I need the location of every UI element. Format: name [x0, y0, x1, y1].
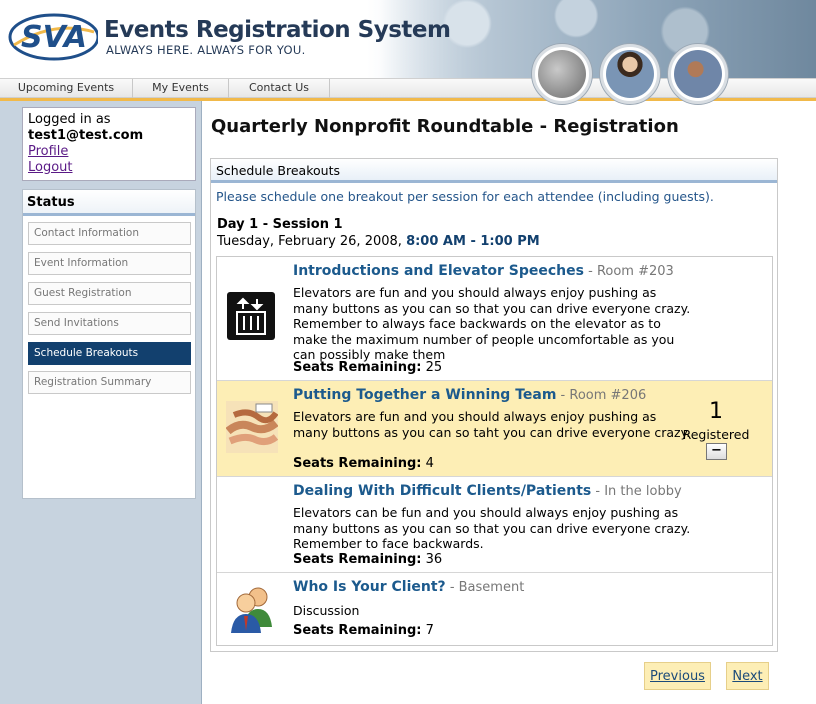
- status-step-contact-information[interactable]: Contact Information: [28, 222, 191, 245]
- remove-registration-button[interactable]: −: [706, 443, 727, 460]
- status-heading: Status: [23, 190, 195, 216]
- breakout-list: Introductions and Elevator Speeches - Ro…: [216, 256, 773, 646]
- seats-label: Seats Remaining:: [293, 456, 422, 471]
- seats-value: 25: [425, 360, 443, 375]
- breakout-title[interactable]: Who Is Your Client? - Basement: [293, 579, 524, 595]
- breakout-location: - Basement: [445, 580, 525, 595]
- sidebar: Logged in as test1@test.com Profile Logo…: [0, 101, 202, 704]
- breakout-description: Discussion: [293, 603, 360, 618]
- users-icon: [231, 587, 272, 633]
- seats-label: Seats Remaining:: [293, 623, 422, 638]
- page-title: Quarterly Nonprofit Roundtable - Registr…: [211, 116, 679, 137]
- status-step-registration-summary[interactable]: Registration Summary: [28, 371, 191, 394]
- logo-text: SVA: [21, 20, 87, 55]
- session-time-start: 8:00 AM: [406, 234, 466, 249]
- user-email: test1@test.com: [28, 128, 144, 143]
- header-photo-3: [668, 44, 728, 104]
- seats-value: 4: [425, 456, 434, 471]
- status-step-send-invitations[interactable]: Send Invitations: [28, 312, 191, 335]
- breakout-location: - Room #203: [583, 264, 674, 279]
- session-date: Tuesday, February 26, 2008,: [217, 234, 402, 249]
- instructions-text: Please schedule one breakout per session…: [216, 189, 714, 204]
- breakout-location: - Room #206: [556, 388, 647, 403]
- next-button[interactable]: Next: [726, 662, 769, 690]
- teamwork-hands-icon: [226, 401, 278, 453]
- login-info-box: Logged in as test1@test.com Profile Logo…: [22, 107, 196, 181]
- breakout-title-text[interactable]: Dealing With Difficult Clients/Patients: [293, 483, 591, 499]
- sva-logo: SVA: [8, 13, 98, 61]
- session-time-separator: -: [465, 234, 481, 249]
- nav-contact-us[interactable]: Contact Us: [229, 79, 330, 98]
- seats-label: Seats Remaining:: [293, 360, 422, 375]
- nav-upcoming-events[interactable]: Upcoming Events: [0, 79, 133, 98]
- breakout-seats: Seats Remaining: 7: [293, 623, 434, 638]
- app-tagline: ALWAYS HERE. ALWAYS FOR YOU.: [106, 43, 306, 57]
- session-title: Day 1 - Session 1: [217, 217, 343, 232]
- breakout-title[interactable]: Dealing With Difficult Clients/Patients …: [293, 483, 682, 499]
- status-step-event-information[interactable]: Event Information: [28, 252, 191, 275]
- header-photo-2: [600, 44, 660, 104]
- logout-link[interactable]: Logout: [28, 160, 190, 176]
- breakout-description: Elevators can be fun and you should alwa…: [293, 505, 691, 551]
- breakout-seats: Seats Remaining: 25: [293, 360, 442, 375]
- panel-heading: Schedule Breakouts: [211, 159, 777, 183]
- breakout-row[interactable]: Who Is Your Client? - Basement Discussio…: [217, 573, 772, 645]
- status-step-guest-registration[interactable]: Guest Registration: [28, 282, 191, 305]
- header-photo-1: [532, 44, 592, 104]
- breakout-seats: Seats Remaining: 4: [293, 456, 434, 471]
- session-time-end: 1:00 PM: [480, 234, 540, 249]
- breakout-row[interactable]: Dealing With Difficult Clients/Patients …: [217, 477, 772, 573]
- breakout-description: Elevators are fun and you should always …: [293, 409, 691, 440]
- breakout-row[interactable]: Introductions and Elevator Speeches - Ro…: [217, 257, 772, 381]
- schedule-breakouts-panel: Schedule Breakouts Please schedule one b…: [210, 158, 778, 652]
- breakout-row-selected[interactable]: Putting Together a Winning Team - Room #…: [217, 381, 772, 477]
- app-title: Events Registration System: [104, 17, 451, 43]
- status-panel: Status Contact Information Event Informa…: [22, 189, 196, 499]
- seats-value: 36: [425, 552, 443, 567]
- registered-count: 1: [709, 399, 723, 424]
- breakout-description: Elevators are fun and you should always …: [293, 285, 691, 362]
- breakout-title[interactable]: Introductions and Elevator Speeches - Ro…: [293, 263, 674, 279]
- logged-in-label: Logged in as: [28, 112, 111, 127]
- seats-value: 7: [425, 623, 434, 638]
- breakout-title-text[interactable]: Putting Together a Winning Team: [293, 387, 556, 403]
- breakout-title-text[interactable]: Who Is Your Client?: [293, 579, 446, 595]
- breakout-seats: Seats Remaining: 36: [293, 552, 442, 567]
- breakout-title-text[interactable]: Introductions and Elevator Speeches: [293, 263, 584, 279]
- session-datetime: Tuesday, February 26, 2008, 8:00 AM - 1:…: [217, 234, 540, 249]
- seats-label: Seats Remaining:: [293, 552, 422, 567]
- status-step-schedule-breakouts[interactable]: Schedule Breakouts: [28, 342, 191, 365]
- elevator-icon: [227, 292, 275, 340]
- previous-button[interactable]: Previous: [644, 662, 711, 690]
- breakout-title[interactable]: Putting Together a Winning Team - Room #…: [293, 387, 646, 403]
- breakout-location: - In the lobby: [591, 484, 682, 499]
- registered-label: Registered: [682, 427, 750, 442]
- nav-my-events[interactable]: My Events: [133, 79, 229, 98]
- profile-link[interactable]: Profile: [28, 144, 190, 160]
